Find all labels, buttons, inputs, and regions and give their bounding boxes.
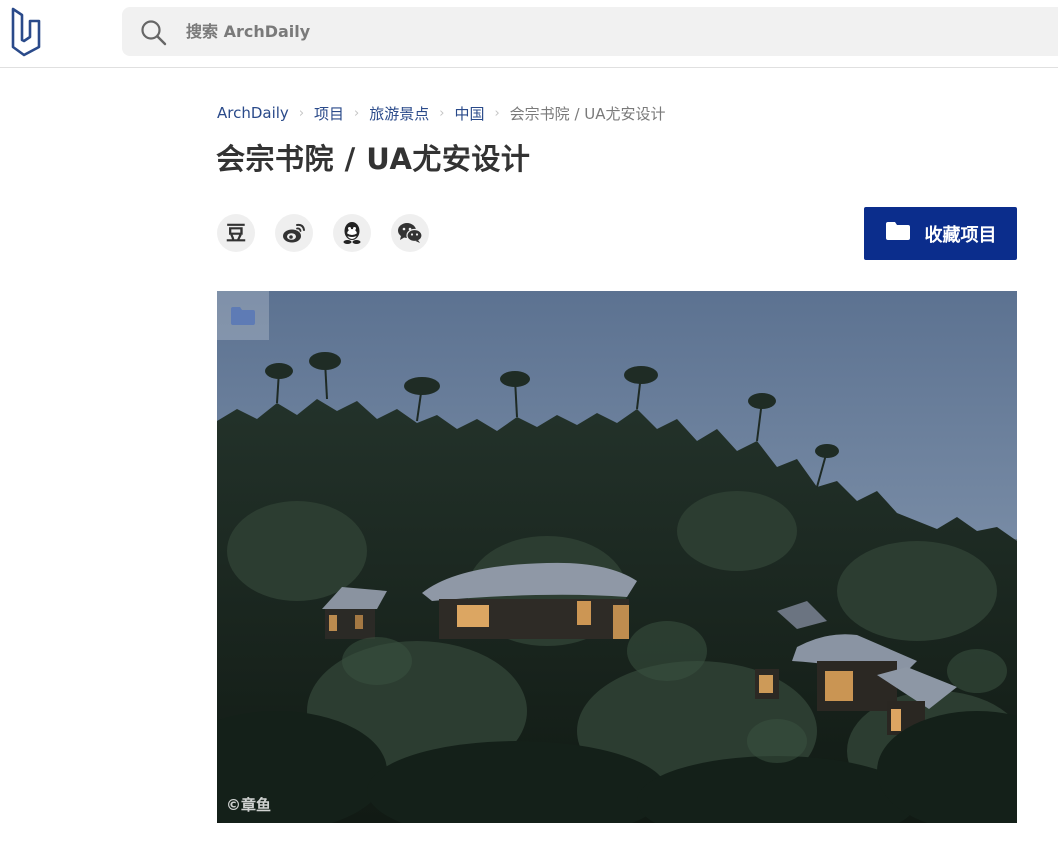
site-header [0,0,1058,68]
chevron-right-icon: › [298,105,305,121]
folder-icon [885,221,911,246]
breadcrumb: ArchDaily › 项目 › 旅游景点 › 中国 › 会宗书院 / UA尤安… [217,101,666,125]
wechat-icon [397,222,423,244]
wechat-share-button[interactable] [391,214,429,252]
qq-share-button[interactable] [333,214,371,252]
weibo-share-button[interactable] [275,214,313,252]
breadcrumb-archdaily[interactable]: ArchDaily [217,104,289,122]
archdaily-logo-icon[interactable] [8,7,44,57]
photo-credit: ©章鱼 [226,796,272,814]
bookmark-label: 收藏项目 [924,224,997,246]
breadcrumb-tourism[interactable]: 旅游景点 [369,103,429,124]
douban-icon: 豆 [226,221,246,245]
chevron-right-icon: › [439,105,445,121]
search-icon[interactable] [140,19,168,47]
chevron-right-icon: › [494,105,500,121]
weibo-icon [282,222,306,244]
breadcrumb-current: 会宗书院 / UA尤安设计 [509,104,666,123]
chevron-right-icon: › [354,105,360,121]
bookmark-project-button[interactable]: 收藏项目 [864,207,1017,260]
folder-icon [230,306,256,326]
share-row: 豆 [217,214,449,252]
search-input[interactable] [186,7,786,56]
douban-share-button[interactable]: 豆 [217,214,255,252]
page-title: 会宗书院 / UA尤安设计 [216,142,531,176]
breadcrumb-china[interactable]: 中国 [454,103,484,124]
search-bar[interactable] [122,7,1058,56]
hero-save-button[interactable] [217,291,269,340]
hero-image[interactable]: ©章鱼 [217,291,1017,823]
breadcrumb-projects[interactable]: 项目 [314,103,344,124]
qq-icon [341,221,363,245]
